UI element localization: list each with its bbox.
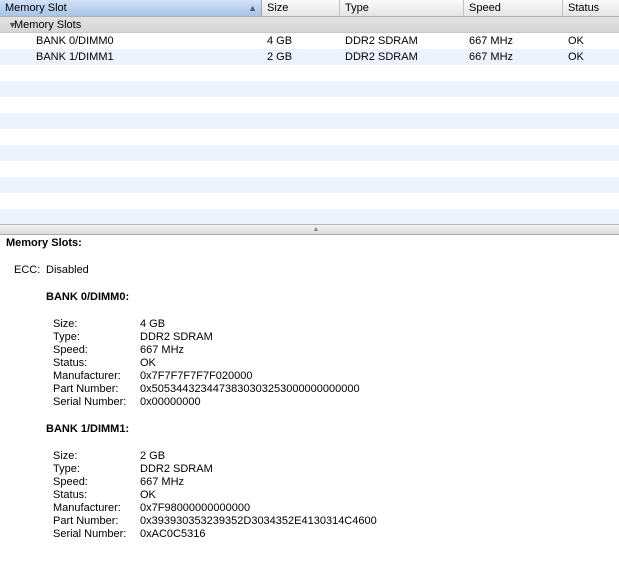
- cell-status: OK: [568, 51, 584, 63]
- empty-row: [0, 129, 619, 145]
- cell-type: DDR2 SDRAM: [345, 51, 418, 63]
- field-label: Part Number:: [53, 515, 119, 527]
- field-label: Size:: [53, 318, 78, 330]
- detail-pane: Memory Slots: ECC: Disabled BANK 0/DIMM0…: [0, 235, 619, 563]
- field-value: 2 GB: [140, 450, 166, 462]
- split-view-divider[interactable]: ▲: [0, 225, 619, 235]
- field-label: Status:: [53, 357, 88, 369]
- column-header-label: Type: [345, 2, 369, 14]
- field-label: Status:: [53, 489, 88, 501]
- field-value: 0x7F7F7F7F7F020000: [140, 370, 253, 382]
- cell-type: DDR2 SDRAM: [345, 35, 418, 47]
- empty-row: [0, 209, 619, 224]
- empty-row: [0, 145, 619, 161]
- empty-row: [0, 65, 619, 81]
- empty-row: [0, 161, 619, 177]
- field-label: Speed:: [53, 344, 88, 356]
- empty-row: [0, 177, 619, 193]
- field-value: OK: [140, 357, 156, 369]
- field-label: Serial Number:: [53, 528, 127, 540]
- cell-speed: 667 MHz: [469, 51, 514, 63]
- field-value: OK: [140, 489, 156, 501]
- disclosure-down-icon[interactable]: ▼: [0, 17, 17, 32]
- group-label: Memory Slots: [14, 19, 82, 31]
- ecc-value: Disabled: [46, 264, 89, 276]
- detail-title: Memory Slots:: [6, 237, 82, 249]
- table-row[interactable]: BANK 0/DIMM0 4 GB DDR2 SDRAM 667 MHz OK: [0, 33, 619, 49]
- field-value: 667 MHz: [140, 476, 185, 488]
- table-row[interactable]: BANK 1/DIMM1 2 GB DDR2 SDRAM 667 MHz OK: [0, 49, 619, 65]
- column-header-label: Memory Slot: [5, 2, 67, 14]
- ecc-label: ECC:: [14, 264, 41, 276]
- empty-row: [0, 81, 619, 97]
- field-label: Serial Number:: [53, 396, 127, 408]
- field-label: Speed:: [53, 476, 88, 488]
- empty-row: [0, 193, 619, 209]
- splitter-grip-icon[interactable]: ▲: [312, 225, 320, 234]
- cell-slot: BANK 0/DIMM0: [36, 35, 114, 47]
- field-label: Type:: [53, 463, 80, 475]
- column-header-label: Speed: [469, 2, 501, 14]
- cell-size: 4 GB: [267, 35, 293, 47]
- column-header-size[interactable]: Size: [262, 0, 340, 16]
- field-value: 4 GB: [140, 318, 166, 330]
- column-header-label: Size: [267, 2, 289, 14]
- cell-size: 2 GB: [267, 51, 293, 63]
- column-header-type[interactable]: Type: [340, 0, 464, 16]
- empty-row: [0, 97, 619, 113]
- column-header-memory-slot[interactable]: Memory Slot ▲: [0, 0, 262, 16]
- empty-row: [0, 113, 619, 129]
- memory-slot-table: Memory Slot ▲ Size Type Speed Status ▼ M…: [0, 0, 619, 225]
- field-label: Type:: [53, 331, 80, 343]
- column-header-label: Status: [568, 2, 600, 14]
- field-label: Size:: [53, 450, 78, 462]
- cell-speed: 667 MHz: [469, 35, 514, 47]
- group-row-memory-slots[interactable]: ▼ Memory Slots: [0, 17, 619, 33]
- field-value: 0x00000000: [140, 396, 201, 408]
- field-value: 667 MHz: [140, 344, 185, 356]
- bank-title: BANK 0/DIMM0:: [46, 291, 130, 303]
- sort-up-icon: ▲: [248, 3, 257, 13]
- field-value: DDR2 SDRAM: [140, 331, 213, 343]
- field-label: Part Number:: [53, 383, 119, 395]
- field-value: 0x5053443234473830303253000000000000: [140, 383, 360, 395]
- field-value: 0xAC0C5316: [140, 528, 206, 540]
- column-header-speed[interactable]: Speed: [464, 0, 563, 16]
- field-label: Manufacturer:: [53, 370, 121, 382]
- field-value: 0x7F98000000000000: [140, 502, 251, 514]
- table-header: Memory Slot ▲ Size Type Speed Status: [0, 0, 619, 17]
- field-label: Manufacturer:: [53, 502, 121, 514]
- column-header-status[interactable]: Status: [563, 0, 619, 16]
- field-value: DDR2 SDRAM: [140, 463, 213, 475]
- cell-status: OK: [568, 35, 584, 47]
- bank-title: BANK 1/DIMM1:: [46, 423, 130, 435]
- field-value: 0x393930353239352D3034352E4130314C4600: [140, 515, 377, 527]
- cell-slot: BANK 1/DIMM1: [36, 51, 114, 63]
